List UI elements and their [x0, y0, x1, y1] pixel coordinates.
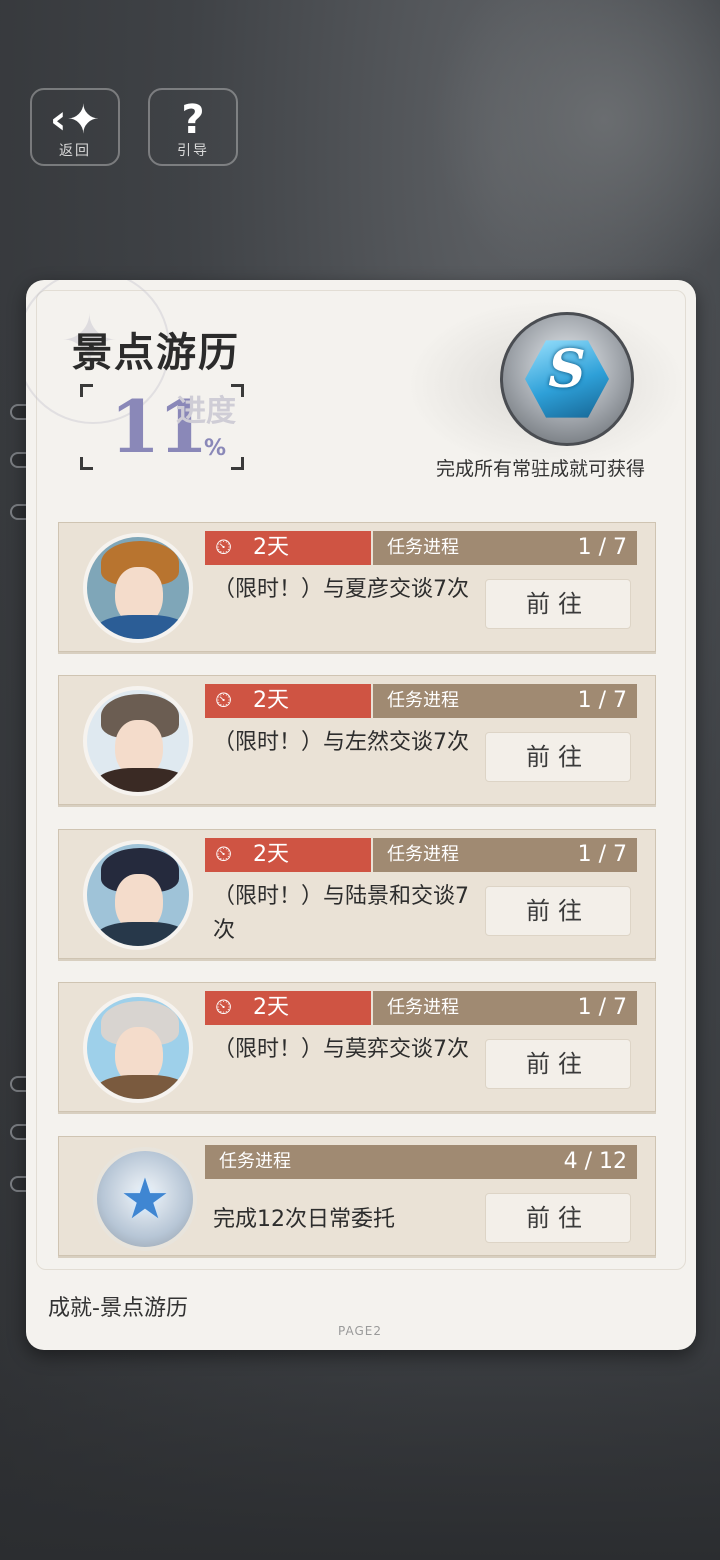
- background-shadow: [0, 1350, 720, 1560]
- clock-icon: ⏲: [215, 688, 233, 713]
- task-card: ★ 任务进程 4 / 12 完成12次日常委托 前往: [58, 1136, 656, 1256]
- character-avatar: [83, 533, 193, 643]
- background-glow: [430, 0, 720, 300]
- task-description: （限时！）与左然交谈7次: [213, 730, 469, 755]
- task-progress-bar: 任务进程 1 / 7: [373, 991, 637, 1025]
- go-button[interactable]: 前往: [485, 579, 631, 629]
- s-rank-badge[interactable]: S: [500, 312, 634, 446]
- progress-unit: %: [204, 436, 227, 461]
- go-button[interactable]: 前往: [485, 1039, 631, 1089]
- task-progress-count: 1 / 7: [577, 688, 627, 713]
- task-progress-bar: 任务进程 1 / 7: [373, 838, 637, 872]
- task-progress-bar: 任务进程 1 / 7: [373, 684, 637, 718]
- clock-icon: ⏲: [215, 842, 233, 867]
- go-button[interactable]: 前往: [485, 1193, 631, 1243]
- question-icon: ?: [181, 97, 205, 143]
- task-description: （限时！）与夏彦交谈7次: [213, 577, 469, 602]
- progress-display: 11 进度 %: [80, 384, 244, 470]
- daily-medal-icon: ★: [93, 1147, 197, 1251]
- go-button[interactable]: 前往: [485, 886, 631, 936]
- page-number: PAGE2: [338, 1324, 382, 1338]
- clock-icon: ⏲: [215, 995, 233, 1020]
- character-avatar: [83, 993, 193, 1103]
- task-card: ⏲ 2天 任务进程 1 / 7 （限时！）与夏彦交谈7次 前往: [58, 522, 656, 652]
- time-left-tag: ⏲ 2天: [205, 684, 371, 718]
- star-icon: ★: [119, 1167, 171, 1232]
- task-progress-bar: 任务进程 1 / 7: [373, 531, 637, 565]
- task-progress-count: 4 / 12: [563, 1149, 627, 1174]
- footer-title: 成就-景点游历: [48, 1296, 188, 1321]
- badge-letter: S: [548, 339, 586, 400]
- back-button[interactable]: ‹✦ 返回: [30, 88, 120, 166]
- go-button[interactable]: 前往: [485, 732, 631, 782]
- task-description: （限时！）与莫弈交谈7次: [213, 1037, 469, 1062]
- task-card: ⏲ 2天 任务进程 1 / 7 （限时！）与陆景和交谈7次 前往: [58, 829, 656, 959]
- task-description: （限时！）与陆景和交谈7次: [213, 884, 469, 943]
- task-progress-count: 1 / 7: [577, 535, 627, 560]
- guide-button[interactable]: ? 引导: [148, 88, 238, 166]
- task-description: 完成12次日常委托: [213, 1207, 395, 1232]
- task-progress-count: 1 / 7: [577, 842, 627, 867]
- character-avatar: [83, 840, 193, 950]
- clock-icon: ⏲: [215, 535, 233, 560]
- back-label: 返回: [59, 143, 91, 159]
- guide-label: 引导: [177, 143, 209, 159]
- character-avatar: [83, 686, 193, 796]
- task-progress-count: 1 / 7: [577, 995, 627, 1020]
- progress-label: 进度: [176, 394, 236, 429]
- task-card: ⏲ 2天 任务进程 1 / 7 （限时！）与莫弈交谈7次 前往: [58, 982, 656, 1112]
- task-progress-bar: 任务进程 4 / 12: [205, 1145, 637, 1179]
- page-title: 景点游历: [72, 330, 240, 376]
- time-left-tag: ⏲ 2天: [205, 531, 371, 565]
- time-left-tag: ⏲ 2天: [205, 991, 371, 1025]
- back-arrow-icon: ‹✦: [50, 97, 100, 143]
- time-left-tag: ⏲ 2天: [205, 838, 371, 872]
- badge-caption: 完成所有常驻成就可获得: [436, 458, 646, 480]
- task-card: ⏲ 2天 任务进程 1 / 7 （限时！）与左然交谈7次 前往: [58, 675, 656, 805]
